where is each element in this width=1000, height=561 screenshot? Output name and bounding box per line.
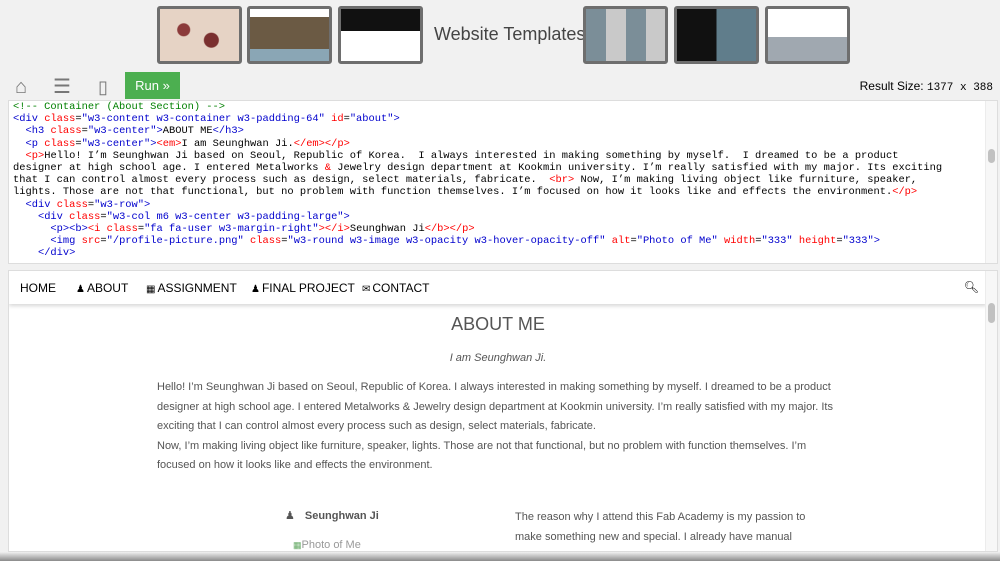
user-icon: ♟: [251, 284, 260, 295]
nav-assignment-label: ASSIGNMENT: [157, 281, 237, 295]
nav-about[interactable]: ♟ ABOUT: [76, 281, 128, 295]
template-thumbnail-w3css[interactable]: [338, 6, 423, 64]
menu-icon[interactable]: ☰: [51, 76, 73, 98]
home-icon[interactable]: ⌂: [10, 76, 32, 98]
nav-home[interactable]: HOME: [20, 281, 56, 295]
bottom-edge: [0, 552, 1000, 561]
rotate-icon[interactable]: ▯: [92, 76, 114, 98]
result-size: Result Size: 1377 x 388: [860, 79, 993, 94]
nav-contact[interactable]: ✉ CONTACT: [362, 281, 430, 295]
code-scrollbar-thumb[interactable]: [988, 149, 995, 163]
about-paragraph-1: Hello! I’m Seunghwan Ji based on Seoul, …: [157, 381, 833, 433]
result-size-label: Result Size:: [859, 79, 924, 93]
photo-alt-text: Photo of Me: [301, 539, 361, 551]
template-thumbnail-photo-grid[interactable]: [583, 6, 668, 64]
template-thumbnail-profile[interactable]: [674, 6, 759, 64]
about-subtitle: I am Seunghwan Ji.: [449, 352, 547, 364]
about-body: Hello! I’m Seunghwan Ji based on Seoul, …: [157, 378, 847, 476]
code-editor[interactable]: <!-- Container (About Section) --> <div …: [8, 100, 998, 264]
code-text[interactable]: <!-- Container (About Section) --> <div …: [9, 101, 997, 260]
profile-photo: ▦Photo of Me: [293, 539, 361, 551]
nav-contact-label: CONTACT: [372, 281, 430, 295]
broken-image-icon: ▦: [293, 540, 302, 550]
template-thumbnail-city[interactable]: [247, 6, 332, 64]
profile-name-text: Seunghwan Ji: [304, 510, 379, 522]
nav-home-label: HOME: [20, 281, 56, 295]
result-scrollbar-thumb[interactable]: [988, 303, 995, 323]
envelope-icon: ✉: [362, 284, 371, 295]
nav-assignment[interactable]: ▦ ASSIGNMENT: [146, 281, 237, 295]
template-thumbnail-architecture[interactable]: [765, 6, 850, 64]
result-navbar: HOME ♟ ABOUT ▦ ASSIGNMENT ♟ FINAL PROJECT ✉…: [9, 271, 987, 304]
user-icon: ♟: [285, 510, 295, 522]
run-button[interactable]: Run »: [125, 72, 180, 99]
reason-text: The reason why I attend this Fab Academy…: [515, 511, 806, 551]
result-size-value: 1377 x 388: [926, 82, 993, 94]
nav-final-project-label: FINAL PROJECT: [261, 281, 355, 295]
website-templates-banner[interactable]: Website Templates: [0, 0, 1000, 70]
about-paragraph-2: Now, I’m making living object like furni…: [157, 439, 807, 472]
profile-name: ♟ Seunghwan Ji: [285, 509, 379, 522]
result-scrollbar[interactable]: [985, 271, 997, 551]
nav-final-project[interactable]: ♟ FINAL PROJECT: [251, 281, 355, 295]
about-title: ABOUT ME: [451, 314, 545, 334]
template-thumbnail-pizza[interactable]: [157, 6, 242, 64]
th-icon: ▦: [146, 284, 156, 295]
search-icon[interactable]: 🔍︎: [964, 280, 979, 294]
result-frame: HOME ♟ ABOUT ▦ ASSIGNMENT ♟ FINAL PROJECT ✉…: [8, 270, 998, 552]
banner-title[interactable]: Website Templates: [434, 24, 585, 45]
code-scrollbar[interactable]: [985, 101, 997, 263]
user-icon: ♟: [76, 284, 85, 295]
nav-about-label: ABOUT: [86, 281, 129, 295]
